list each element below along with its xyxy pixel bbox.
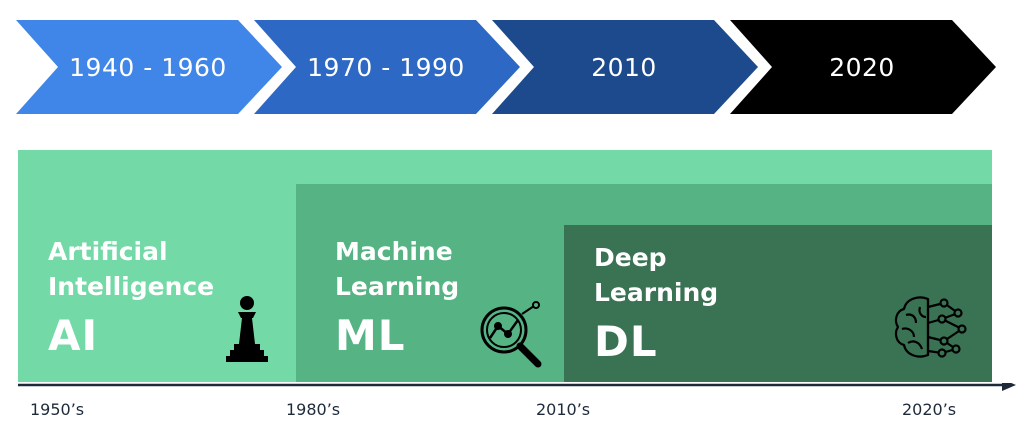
period-label: 2010 — [591, 52, 657, 82]
chess-pawn-icon — [222, 294, 272, 368]
tick-label-1950s: 1950’s — [30, 400, 85, 419]
ai-title-line2: Intelligence — [48, 272, 215, 301]
ml-title-line2: Learning — [335, 272, 460, 301]
period-chevron-4: 2020 — [730, 20, 1000, 114]
tick-label-1980s: 1980’s — [286, 400, 341, 419]
period-chevron-1: 1940 - 1960 — [16, 20, 286, 114]
ml-title-line1: Machine — [335, 237, 453, 266]
tick-label-2020s: 2020’s — [902, 400, 957, 419]
ml-abbr: ML — [335, 311, 406, 360]
period-chevron-2: 1970 - 1990 — [254, 20, 524, 114]
period-label: 1970 - 1990 — [307, 52, 465, 82]
ai-abbr: AI — [48, 311, 99, 360]
brain-network-icon — [892, 293, 972, 367]
dl-title-line1: Deep — [594, 243, 667, 272]
period-label: 2020 — [829, 52, 895, 82]
timeline-axis — [18, 379, 1018, 399]
period-chevron-3: 2010 — [492, 20, 762, 114]
dl-title-line2: Learning — [594, 278, 719, 307]
tick-label-2010s: 2010’s — [536, 400, 591, 419]
ai-title-line1: Artificial — [48, 237, 168, 266]
magnifier-chart-icon — [476, 300, 548, 374]
dl-abbr: DL — [594, 317, 658, 366]
period-label: 1940 - 1960 — [69, 52, 227, 82]
